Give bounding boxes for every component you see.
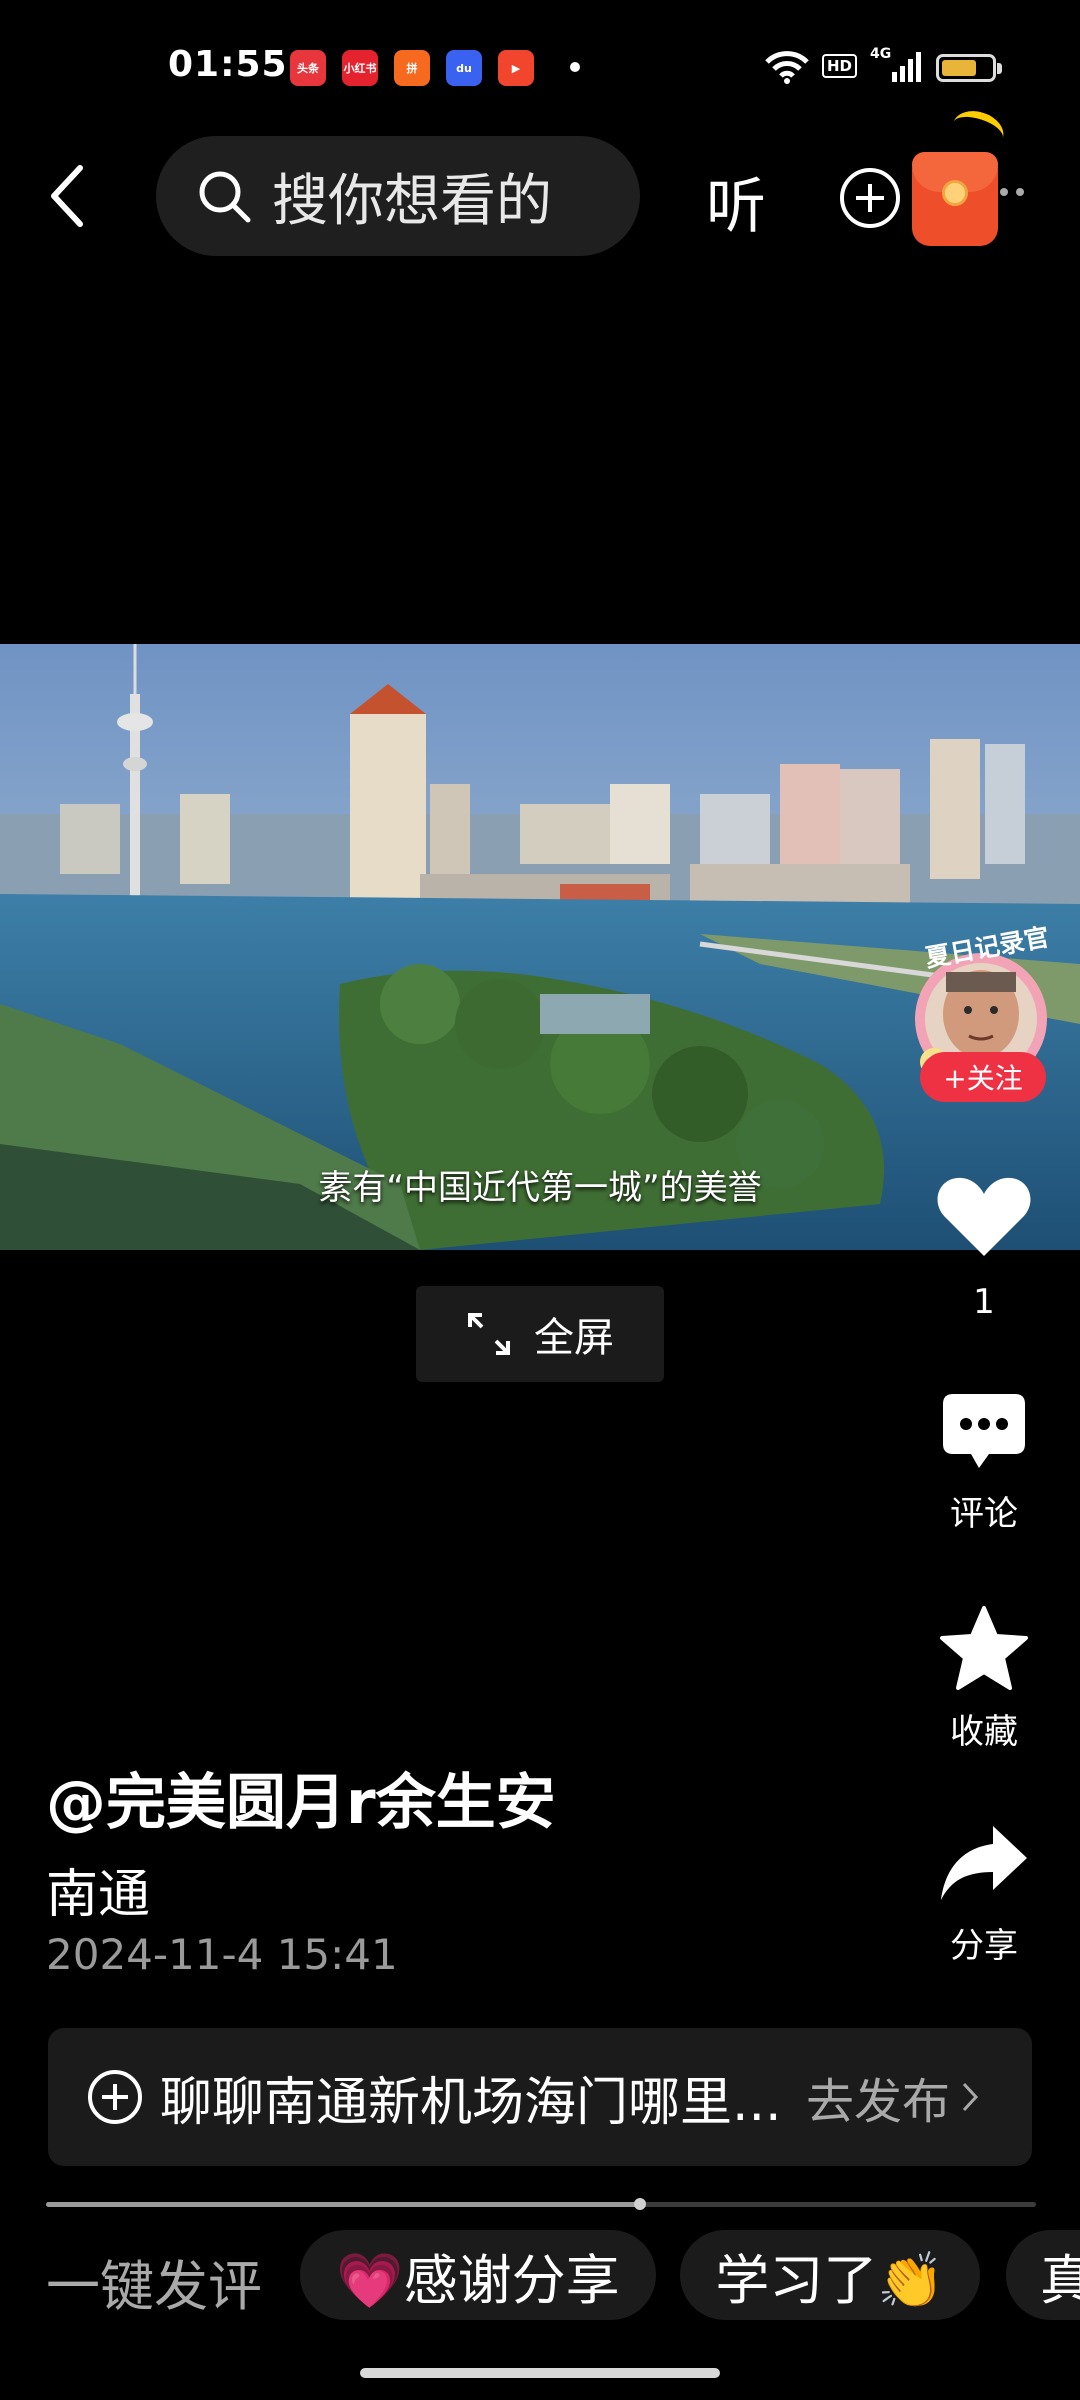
- battery-level: [942, 60, 976, 76]
- baidu-app-icon: du: [446, 50, 482, 86]
- wifi-icon: [765, 51, 809, 84]
- topic-bar[interactable]: 聊聊南通新机场海门哪里... 去发布: [48, 2028, 1032, 2166]
- more-notifications-dot: [570, 62, 580, 72]
- quick-comment-label: 一键发评: [46, 2255, 262, 2318]
- progress-handle[interactable]: [634, 2198, 646, 2210]
- pinduoduo-app-icon: 拼: [394, 50, 430, 86]
- add-topic-icon: [88, 2070, 142, 2124]
- follow-button[interactable]: +关注: [920, 1052, 1046, 1102]
- author-name[interactable]: @完美圆月r余生安: [46, 1754, 556, 1841]
- progress-fill: [46, 2202, 640, 2207]
- quick-comment-chip[interactable]: 学习了👏: [680, 2230, 980, 2320]
- back-button[interactable]: [40, 160, 100, 232]
- chevron-right-icon: [962, 2082, 979, 2112]
- expand-icon: [468, 1313, 510, 1355]
- publish-link[interactable]: 去发布: [806, 2062, 950, 2132]
- red-packet-icon[interactable]: [912, 104, 1009, 246]
- quick-comment-chip[interactable]: 真: [1006, 2230, 1080, 2320]
- quick-comment-chip[interactable]: 💗感谢分享: [300, 2230, 656, 2320]
- comment-icon: [943, 1394, 1025, 1468]
- post-location[interactable]: 南通: [46, 1852, 150, 1927]
- video-app-icon: ▶: [498, 50, 534, 86]
- star-icon: [940, 1606, 1028, 1690]
- video-subtitle: 素有“中国近代第一城”的美誉: [318, 1168, 762, 1208]
- topic-text: 聊聊南通新机场海门哪里...: [160, 2072, 782, 2133]
- fullscreen-button[interactable]: 全屏: [416, 1286, 664, 1382]
- network-type: 4G: [870, 46, 892, 62]
- share-arrow-icon: [941, 1826, 1027, 1900]
- like-count: 1: [973, 1282, 995, 1322]
- search-input[interactable]: 搜你想看的: [156, 136, 640, 256]
- hd-voice-indicator: HD: [822, 54, 858, 78]
- share-label: 分享: [950, 1926, 1018, 1966]
- video-progress-bar[interactable]: [46, 2198, 1036, 2210]
- toutiao-app-icon: 头条: [290, 50, 326, 86]
- post-timestamp: 2024-11-4 15:41: [46, 1930, 398, 1979]
- status-time: 01:55: [168, 44, 288, 85]
- share-button[interactable]: 分享: [924, 1820, 1044, 1967]
- home-indicator[interactable]: [360, 2368, 720, 2378]
- listen-button[interactable]: 听: [706, 158, 766, 245]
- add-button[interactable]: [838, 166, 902, 230]
- comment-button[interactable]: 评论: [924, 1390, 1044, 1535]
- xiaohongshu-app-icon: 小红书: [342, 50, 378, 86]
- heart-icon: [937, 1177, 1031, 1256]
- signal-icon: [892, 52, 921, 82]
- favorite-button[interactable]: 收藏: [924, 1604, 1044, 1753]
- favorite-label: 收藏: [950, 1712, 1018, 1752]
- like-button[interactable]: 1: [924, 1174, 1044, 1322]
- more-options-icon[interactable]: [1000, 188, 1024, 196]
- comment-label: 评论: [950, 1494, 1018, 1534]
- fullscreen-label: 全屏: [534, 1315, 614, 1361]
- search-icon: [199, 171, 251, 223]
- battery-icon: [936, 54, 1002, 82]
- search-placeholder: 搜你想看的: [272, 168, 552, 234]
